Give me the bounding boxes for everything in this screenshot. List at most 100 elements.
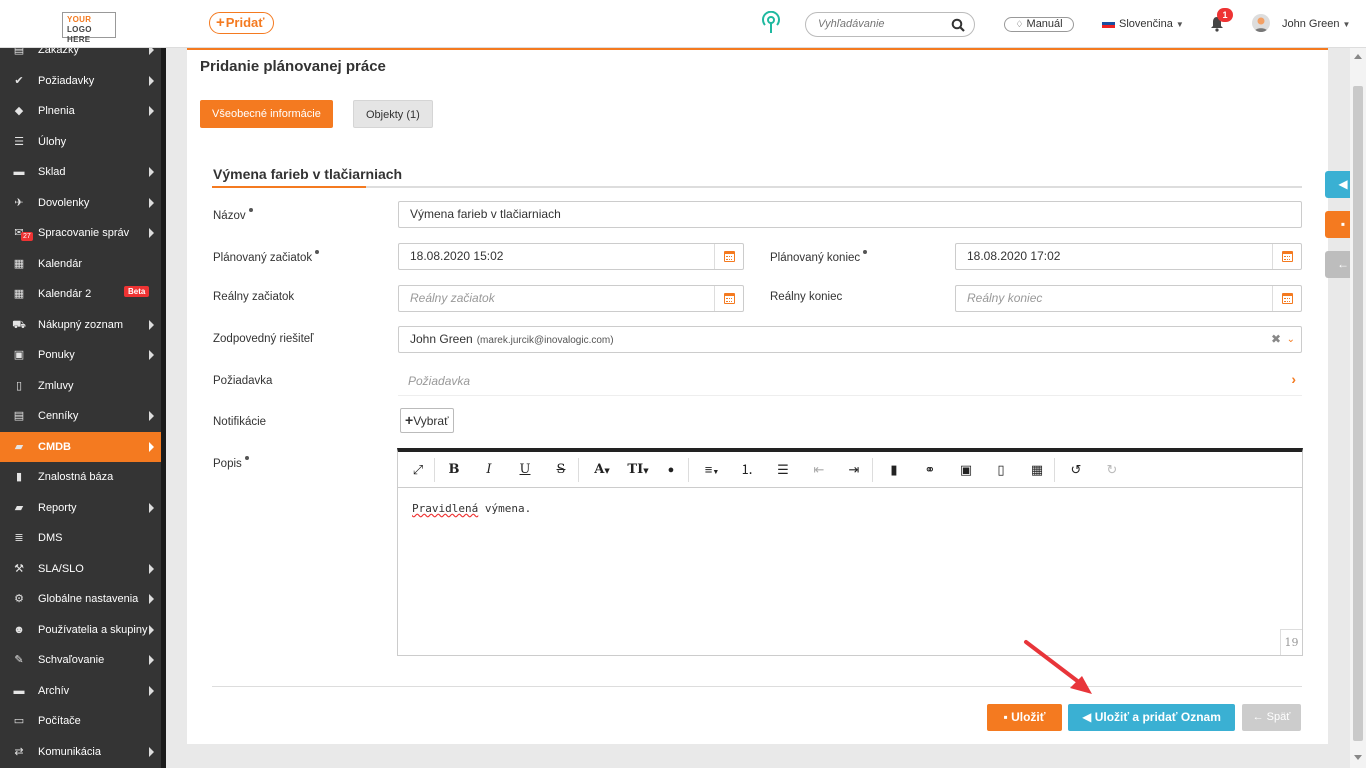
responsible-select[interactable]: John Green (marek.jurcik@inovalogic.com) ✖… bbox=[398, 326, 1302, 353]
caret-right-icon bbox=[149, 624, 154, 635]
ink-drop-icon[interactable]: ● bbox=[661, 460, 681, 480]
scrollbar[interactable] bbox=[1350, 48, 1366, 768]
select-button[interactable]: +Vybrať bbox=[400, 408, 454, 433]
calendar-button[interactable] bbox=[714, 286, 743, 311]
sidebar-item-label: Sklad bbox=[38, 166, 66, 179]
sidebar-item-počítače[interactable]: ▭ Počítače bbox=[0, 706, 161, 737]
plus-icon: + bbox=[216, 14, 225, 31]
italic-icon[interactable]: I bbox=[479, 460, 499, 480]
sidebar-item-požiadavky[interactable]: ✔ Požiadavky bbox=[0, 66, 161, 97]
sidebar-item-label: Archív bbox=[38, 684, 70, 697]
sidebar-item-label: DMS bbox=[38, 532, 63, 545]
calendar-button[interactable] bbox=[1272, 286, 1301, 311]
sidebar-item-schvaľovanie[interactable]: ✎ Schvaľovanie bbox=[0, 645, 161, 676]
request-field[interactable]: Požiadavka › bbox=[398, 368, 1302, 396]
sidebar-item-úlohy[interactable]: ☰ Úlohy bbox=[0, 127, 161, 158]
sidebar-item-cmdb[interactable]: ▰ CMDB bbox=[0, 431, 161, 462]
manual-button[interactable]: ♢ Manuál bbox=[1004, 17, 1074, 32]
indent-icon[interactable]: ⇥ bbox=[844, 460, 864, 480]
redo-icon[interactable]: ↻ bbox=[1102, 460, 1122, 480]
sidebar-item-label: Plnenia bbox=[38, 105, 75, 118]
sidebar-item-kalendár-2[interactable]: ▦ Kalendár 2 Beta bbox=[0, 279, 161, 310]
sidebar-item-používatelia-a-skupiny[interactable]: ☻ Používatelia a skupiny bbox=[0, 615, 161, 646]
search-box bbox=[805, 12, 975, 37]
thumbtack-icon: ✎ bbox=[14, 654, 24, 666]
ordered-list-icon[interactable]: ⒈ bbox=[737, 460, 757, 480]
arrow-left-icon: ← bbox=[1252, 711, 1264, 723]
user-menu[interactable]: John Green ▼ bbox=[1282, 18, 1350, 30]
font-color-icon[interactable]: A▼ bbox=[588, 460, 616, 480]
align-icon[interactable]: ≡▼ bbox=[698, 460, 726, 480]
tab-general-info[interactable]: Všeobecné informácie bbox=[200, 100, 333, 128]
sidebar-item-plnenia[interactable]: ◆ Plnenia bbox=[0, 96, 161, 127]
undo-icon[interactable]: ↺ bbox=[1066, 460, 1086, 480]
calendar-button[interactable] bbox=[1272, 244, 1301, 269]
outdent-icon[interactable]: ⇤ bbox=[809, 460, 829, 480]
bold-icon[interactable]: B bbox=[444, 460, 464, 480]
clear-icon[interactable]: ✖ bbox=[1271, 327, 1281, 352]
chevron-right-icon[interactable]: › bbox=[1291, 371, 1296, 387]
sidebar-item-reporty[interactable]: ▰ Reporty bbox=[0, 493, 161, 524]
sidebar-item-label: Zmluvy bbox=[38, 379, 74, 392]
sidebar-item-kalendár[interactable]: ▦ Kalendár bbox=[0, 249, 161, 280]
image-icon[interactable]: ▣ bbox=[956, 460, 976, 480]
required-dot bbox=[315, 250, 320, 254]
calendar-button[interactable] bbox=[714, 244, 743, 269]
add-button[interactable]: +Pridať bbox=[209, 12, 274, 34]
underline-icon[interactable]: U bbox=[515, 460, 535, 480]
save-and-announce-button[interactable]: ◀ Uložiť a pridať Oznam bbox=[1068, 704, 1235, 731]
chevron-down-icon[interactable]: ⌄ bbox=[1287, 327, 1295, 352]
sidebar-item-archív[interactable]: ▬ Archív bbox=[0, 676, 161, 707]
language-selector[interactable]: Slovenčina ▼ bbox=[1102, 18, 1184, 30]
logo[interactable]: YOUR LOGO HERE bbox=[62, 12, 116, 44]
real-start-input[interactable]: Reálny začiatok bbox=[398, 285, 744, 312]
calendar-icon bbox=[724, 251, 735, 262]
caret-down-icon: ▼ bbox=[1175, 20, 1184, 29]
caret-right-icon bbox=[149, 350, 154, 360]
fullscreen-icon[interactable]: ⤢ bbox=[408, 460, 428, 480]
calendar-icon: ▦ bbox=[13, 257, 25, 270]
broadcast-icon[interactable] bbox=[760, 11, 782, 35]
unordered-list-icon[interactable]: ☰ bbox=[773, 460, 793, 480]
sidebar-item-dovolenky[interactable]: ✈ Dovolenky bbox=[0, 188, 161, 219]
strikethrough-icon[interactable]: S bbox=[551, 460, 571, 480]
sidebar-item-sla-slo[interactable]: ⚒ SLA/SLO bbox=[0, 554, 161, 585]
book-icon[interactable]: ▮ bbox=[884, 460, 904, 480]
sidebar-item-label: Požiadavky bbox=[38, 74, 95, 87]
sidebar-item-label: Schvaľovanie bbox=[38, 654, 105, 667]
folder-icon: ▰ bbox=[14, 501, 24, 514]
sidebar-item-sklad[interactable]: ▬ Sklad bbox=[0, 157, 161, 188]
font-size-icon[interactable]: TI▼ bbox=[624, 460, 652, 480]
sidebar-item-komunikácia[interactable]: ⇄ Komunikácia bbox=[0, 737, 161, 768]
real-start-label: Reálny začiatok bbox=[213, 291, 295, 303]
table-icon[interactable]: ▦ bbox=[1027, 460, 1047, 480]
sidebar-item-label: SLA/SLO bbox=[38, 562, 84, 575]
save-button[interactable]: ▪ Uložiť bbox=[987, 704, 1062, 731]
editor-content[interactable]: Pravidlená výmena. bbox=[412, 502, 531, 515]
file-icon[interactable]: ▯ bbox=[991, 460, 1011, 480]
sidebar-item-spracovanie-správ[interactable]: ✉ Spracovanie správ 27 bbox=[0, 218, 161, 249]
sidebar-item-ponuky[interactable]: ▣ Ponuky bbox=[0, 340, 161, 371]
search-input[interactable] bbox=[818, 18, 948, 30]
sidebar-item-zákazky[interactable]: ▤ Zákazky bbox=[0, 48, 161, 66]
sidebar-item-label: Ponuky bbox=[38, 349, 75, 362]
sidebar-item-globálne-nastavenia[interactable]: ⚙ Globálne nastavenia bbox=[0, 584, 161, 615]
sidebar-item-dms[interactable]: ≣ DMS bbox=[0, 523, 161, 554]
sidebar-item-nákupný-zoznam[interactable]: ⛟ Nákupný zoznam bbox=[0, 310, 161, 341]
page-title: Pridanie plánovanej práce bbox=[200, 58, 386, 75]
planned-end-input[interactable]: 18.08.2020 17:02 bbox=[955, 243, 1302, 270]
real-end-input[interactable]: Reálny koniec bbox=[955, 285, 1302, 312]
name-input[interactable]: Výmena farieb v tlačiarniach bbox=[398, 201, 1302, 228]
tab-objects[interactable]: Objekty (1) bbox=[353, 100, 433, 128]
link-icon[interactable]: ⚭ bbox=[920, 460, 940, 480]
search-icon[interactable] bbox=[951, 18, 965, 32]
sidebar-item-zmluvy[interactable]: ▯ Zmluvy bbox=[0, 371, 161, 402]
message-count-badge: 27 bbox=[21, 232, 33, 241]
planned-start-input[interactable]: 18.08.2020 15:02 bbox=[398, 243, 744, 270]
sidebar-item-cenníky[interactable]: ▤ Cenníky bbox=[0, 401, 161, 432]
avatar[interactable] bbox=[1252, 14, 1270, 32]
caret-right-icon bbox=[149, 655, 154, 665]
back-button[interactable]: ← Späť bbox=[1242, 704, 1301, 731]
sidebar-item-znalostná-báza[interactable]: ▮ Znalostná báza bbox=[0, 462, 161, 493]
archive-icon: ▬ bbox=[13, 166, 25, 178]
